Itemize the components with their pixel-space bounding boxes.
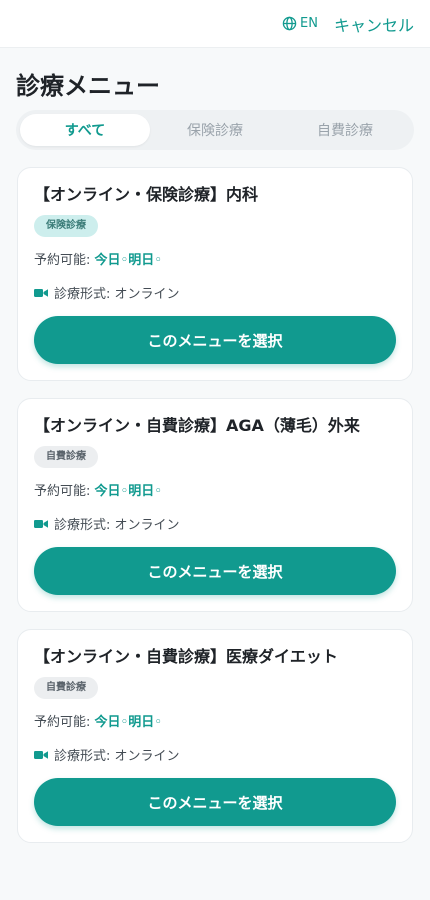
format-label: 診療形式: オンライン bbox=[54, 518, 180, 533]
video-camera-icon bbox=[34, 519, 48, 528]
language-label: EN bbox=[300, 16, 318, 31]
menu-card: 【オンライン・自費診療】AGA（薄毛）外来 自費診療 予約可能: 今日◦明日◦ … bbox=[17, 398, 413, 612]
select-menu-button[interactable]: このメニューを選択 bbox=[34, 778, 396, 826]
availability: 予約可能: 今日◦明日◦ bbox=[34, 249, 396, 268]
availability-today: 今日 bbox=[94, 484, 121, 499]
availability-label: 予約可能: bbox=[34, 253, 95, 268]
availability-tomorrow: 明日 bbox=[128, 715, 155, 730]
self-pay-badge: 自費診療 bbox=[34, 446, 98, 468]
category-tabs: すべて 保険診療 自費診療 bbox=[16, 110, 414, 150]
format-label: 診療形式: オンライン bbox=[54, 287, 180, 302]
select-menu-button[interactable]: このメニューを選択 bbox=[34, 547, 396, 595]
availability-tomorrow-mark: ◦ bbox=[154, 253, 162, 268]
availability-today: 今日 bbox=[94, 253, 121, 268]
availability-today: 今日 bbox=[94, 715, 121, 730]
availability: 予約可能: 今日◦明日◦ bbox=[34, 711, 396, 730]
availability-tomorrow: 明日 bbox=[128, 484, 155, 499]
top-bar: EN キャンセル bbox=[0, 0, 430, 48]
menu-card: 【オンライン・保険診療】内科 保険診療 予約可能: 今日◦明日◦ 診療形式: オ… bbox=[17, 167, 413, 381]
availability-tomorrow-mark: ◦ bbox=[154, 484, 162, 499]
availability-label: 予約可能: bbox=[34, 715, 95, 730]
menu-title: 【オンライン・保険診療】内科 bbox=[34, 185, 259, 204]
insurance-badge: 保険診療 bbox=[34, 215, 98, 237]
menu-title: 【オンライン・自費診療】AGA（薄毛）外来 bbox=[34, 416, 360, 435]
page-title: 診療メニュー bbox=[16, 72, 160, 100]
self-pay-badge: 自費診療 bbox=[34, 677, 98, 699]
video-camera-icon bbox=[34, 750, 48, 759]
consultation-format: 診療形式: オンライン bbox=[34, 514, 396, 533]
video-camera-icon bbox=[34, 288, 48, 297]
availability-tomorrow-mark: ◦ bbox=[154, 715, 162, 730]
format-label: 診療形式: オンライン bbox=[54, 749, 180, 764]
select-menu-button[interactable]: このメニューを選択 bbox=[34, 316, 396, 364]
tab-all[interactable]: すべて bbox=[20, 114, 150, 146]
availability-label: 予約可能: bbox=[34, 484, 95, 499]
globe-icon bbox=[282, 16, 297, 31]
menu-title: 【オンライン・自費診療】医療ダイエット bbox=[34, 647, 338, 666]
availability: 予約可能: 今日◦明日◦ bbox=[34, 480, 396, 499]
consultation-format: 診療形式: オンライン bbox=[34, 745, 396, 764]
tab-insurance[interactable]: 保険診療 bbox=[150, 114, 280, 146]
cancel-button[interactable]: キャンセル bbox=[334, 12, 414, 36]
consultation-format: 診療形式: オンライン bbox=[34, 283, 396, 302]
availability-tomorrow: 明日 bbox=[128, 253, 155, 268]
menu-card: 【オンライン・自費診療】医療ダイエット 自費診療 予約可能: 今日◦明日◦ 診療… bbox=[17, 629, 413, 843]
language-switch[interactable]: EN bbox=[282, 16, 318, 31]
tab-self-pay[interactable]: 自費診療 bbox=[280, 114, 410, 146]
